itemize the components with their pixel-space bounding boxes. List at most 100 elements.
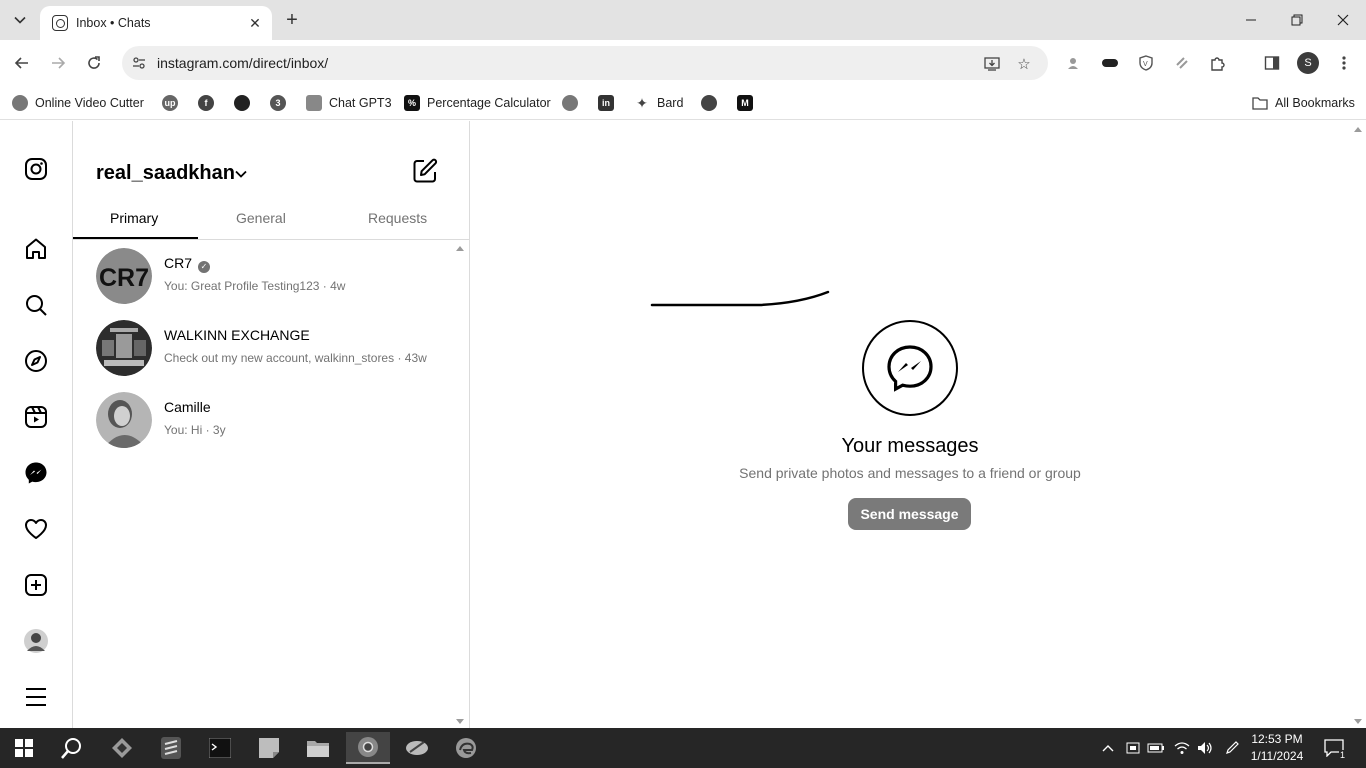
taskbar-app-file-explorer[interactable]: [296, 732, 340, 764]
back-button[interactable]: [8, 49, 36, 77]
reload-button[interactable]: [80, 49, 108, 77]
chatgpt-icon: [306, 95, 322, 111]
profile-avatar[interactable]: S: [1297, 52, 1319, 74]
chevron-down-icon[interactable]: [234, 167, 248, 181]
account-username[interactable]: real_saadkhan: [96, 162, 235, 185]
taskbar-app-terminal[interactable]: [198, 732, 242, 764]
notification-count: 1: [1338, 750, 1346, 760]
side-panel-icon[interactable]: [1261, 52, 1283, 74]
pen-icon[interactable]: [1222, 736, 1242, 760]
tab-search-button[interactable]: [6, 7, 34, 33]
search-icon[interactable]: [22, 291, 50, 319]
bookmark-linkedin[interactable]: in: [598, 92, 621, 114]
volume-icon[interactable]: [1195, 736, 1215, 760]
tab-primary[interactable]: Primary: [110, 210, 158, 226]
taskbar-app-sublime[interactable]: [149, 732, 193, 764]
url-text: instagram.com/direct/inbox/: [157, 55, 329, 71]
bookmark-label: Bard: [657, 96, 684, 110]
minimize-button[interactable]: [1228, 0, 1274, 40]
taskbar-clock[interactable]: 12:53 PM 1/11/2024: [1240, 731, 1314, 765]
scroll-down-arrow-icon[interactable]: [456, 719, 464, 724]
inbox-tabs: Primary General Requests: [73, 207, 470, 240]
create-plus-icon[interactable]: [22, 571, 50, 599]
browser-tab-strip: Inbox • Chats ✕ +: [0, 0, 1366, 40]
install-app-icon[interactable]: [982, 54, 1002, 74]
bookmark-percentage-calculator[interactable]: % Percentage Calculator: [404, 92, 551, 114]
notification-center-button[interactable]: 1: [1322, 736, 1346, 760]
instagram-favicon-icon: [52, 15, 68, 31]
verified-badge-icon: ✓: [198, 261, 211, 273]
browser-tab-active[interactable]: Inbox • Chats ✕: [40, 6, 272, 40]
bookmark-star-icon[interactable]: ☆: [1014, 54, 1034, 74]
bookmark-chat-gpt3[interactable]: Chat GPT3: [306, 92, 392, 114]
bookmark-online-video-cutter[interactable]: Online Video Cutter: [12, 92, 144, 114]
github-icon: [234, 95, 250, 111]
tray-overflow-icon[interactable]: [1098, 736, 1118, 760]
heart-notifications-icon[interactable]: [22, 515, 50, 543]
linkedin-icon: in: [598, 95, 614, 111]
messenger-icon[interactable]: [22, 459, 50, 487]
extensions-puzzle-icon[interactable]: [1207, 52, 1229, 74]
arrow-left-icon: [14, 57, 28, 69]
taskbar-app-notes[interactable]: [247, 732, 291, 764]
tab-general[interactable]: General: [236, 210, 286, 226]
all-bookmarks[interactable]: All Bookmarks: [1252, 92, 1355, 114]
all-bookmarks-label: All Bookmarks: [1275, 96, 1355, 110]
send-message-button[interactable]: Send message: [848, 498, 971, 530]
snipping-tool-icon: [406, 741, 428, 755]
whatsapp-icon: [562, 95, 578, 111]
close-window-button[interactable]: [1320, 0, 1366, 40]
extension-link-icon[interactable]: [1171, 52, 1193, 74]
active-tab-indicator: [73, 237, 198, 239]
bookmark-reddit[interactable]: [701, 92, 724, 114]
page-scrollbar[interactable]: [1350, 121, 1366, 728]
tab-requests[interactable]: Requests: [368, 210, 427, 226]
scroll-up-arrow-icon[interactable]: [1354, 127, 1362, 132]
profile-avatar-nav[interactable]: [22, 627, 50, 655]
conversation-item[interactable]: WALKINN EXCHANGE Check out my new accoun…: [73, 320, 453, 392]
taskbar-app-1[interactable]: [100, 732, 144, 764]
battery-icon[interactable]: [1146, 736, 1166, 760]
forward-button[interactable]: [44, 49, 72, 77]
restore-button[interactable]: [1274, 0, 1320, 40]
browser-toolbar: instagram.com/direct/inbox/ ☆ V S: [0, 40, 1366, 86]
scroll-up-arrow-icon[interactable]: [456, 246, 464, 251]
close-icon: [1337, 14, 1349, 26]
new-tab-button[interactable]: +: [280, 8, 304, 32]
site-settings-icon[interactable]: [130, 54, 148, 72]
bookmark-whatsapp[interactable]: [562, 92, 585, 114]
taskbar-app-snipping[interactable]: [395, 732, 439, 764]
taskbar-search-button[interactable]: [50, 732, 94, 764]
tray-device-icon[interactable]: [1123, 736, 1143, 760]
bookmark-github[interactable]: [234, 92, 257, 114]
tab-title: Inbox • Chats: [76, 16, 151, 30]
compose-new-message-icon[interactable]: [412, 158, 438, 184]
bookmark-bard[interactable]: ✦ Bard: [634, 92, 683, 114]
menu-hamburger-icon[interactable]: [22, 683, 50, 711]
instagram-logo-icon[interactable]: [22, 155, 50, 183]
explore-compass-icon[interactable]: [22, 347, 50, 375]
extension-1-icon[interactable]: [1063, 52, 1085, 74]
bookmark-369[interactable]: 3: [270, 92, 293, 114]
messenger-icon: [887, 345, 933, 392]
conversation-item[interactable]: Camille You: Hi · 3y: [73, 392, 453, 464]
home-icon[interactable]: [22, 235, 50, 263]
taskbar-app-chrome[interactable]: [346, 732, 390, 764]
bookmark-upwork[interactable]: up: [162, 92, 185, 114]
start-button[interactable]: [2, 732, 46, 764]
taskbar-app-edge[interactable]: [444, 732, 488, 764]
facebook-icon: f: [198, 95, 214, 111]
address-bar[interactable]: instagram.com/direct/inbox/ ☆: [122, 46, 1048, 80]
wifi-icon[interactable]: [1172, 736, 1192, 760]
tab-close-icon[interactable]: ✕: [246, 15, 264, 32]
bookmark-medium[interactable]: M: [737, 92, 760, 114]
conversation-item[interactable]: CR7 CR7 ✓ You: Great Profile Testing123 ·…: [73, 248, 453, 320]
extension-shield-icon[interactable]: V: [1135, 52, 1157, 74]
reels-icon[interactable]: [22, 403, 50, 431]
extension-2-icon[interactable]: [1099, 52, 1121, 74]
conversation-scrollbar[interactable]: [453, 241, 467, 728]
more-menu-icon[interactable]: [1333, 52, 1355, 74]
scroll-down-arrow-icon[interactable]: [1354, 719, 1362, 724]
conversation-name: CR7 ✓: [164, 255, 211, 273]
bookmark-facebook[interactable]: f: [198, 92, 221, 114]
